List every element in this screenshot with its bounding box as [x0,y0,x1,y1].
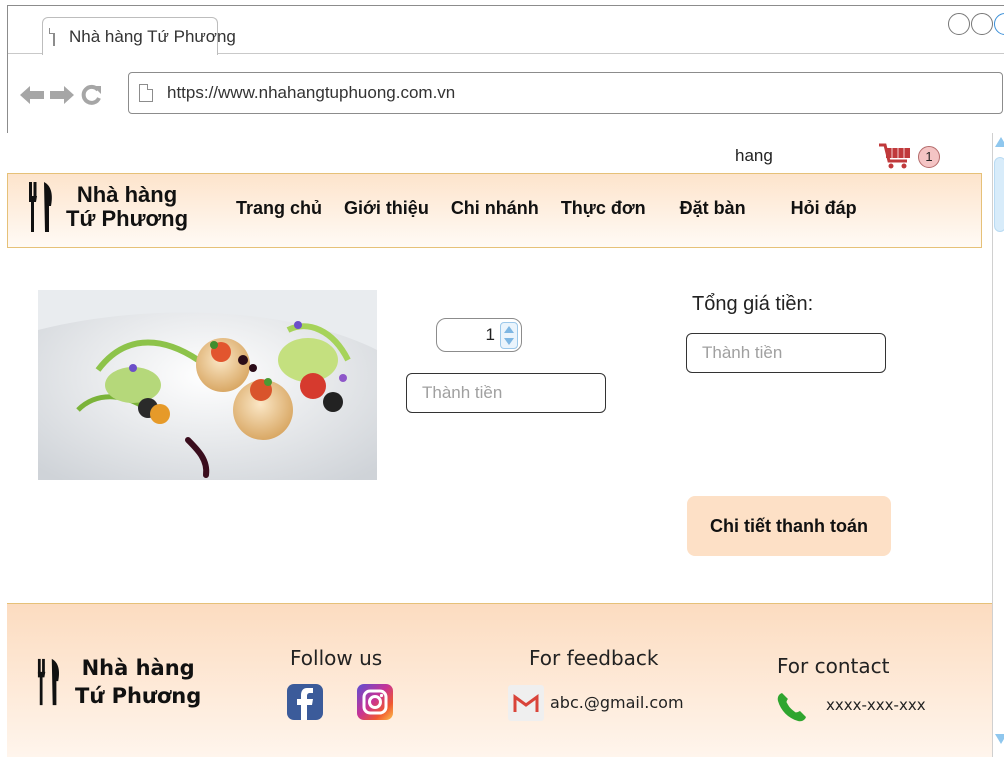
footer-logo-line-2: Tứ Phương [75,684,202,708]
nav-item-booking[interactable]: Đặt bàn [680,198,746,219]
instagram-icon[interactable] [357,684,393,720]
window-controls [948,13,1004,35]
user-bar: hang 1 [7,133,992,173]
browser-tab[interactable]: Nhà hàng Tứ Phương [42,17,236,55]
address-bar[interactable]: https://www.nhahangtuphuong.com.vn [128,72,1003,114]
navigation-buttons [20,84,102,106]
main-navbar: Nhà hàng Tứ Phương Trang chủ Giới thiệu … [7,173,982,248]
fork-knife-icon [29,182,52,232]
fork-knife-icon [37,658,60,706]
feedback-title: For feedback [529,646,659,670]
decrement-icon[interactable] [504,338,514,345]
back-arrow-icon[interactable] [20,85,44,105]
minimize-button[interactable] [948,13,970,35]
logo-line-2: Tứ Phương [66,206,189,231]
quantity-stepper[interactable]: 1 [436,318,522,352]
shopping-cart-icon[interactable] [878,143,914,169]
increment-icon[interactable] [504,326,514,333]
user-name[interactable]: hang [735,146,773,166]
page-viewport: hang 1 Nhà hàng Tứ Phương Trang chủ Giới… [7,133,992,757]
nav-item-about[interactable]: Giới thiệu [344,198,429,219]
scroll-up-icon[interactable] [995,137,1004,147]
cart-content: 1 Thành tiền Tổng giá tiền: Thành tiền C… [7,248,992,603]
logo-text: Nhà hàng Tứ Phương [66,183,188,231]
nav-item-faq[interactable]: Hỏi đáp [791,198,857,219]
follow-us-title: Follow us [290,646,383,670]
logo-line-1: Nhà hàng [76,182,178,207]
browser-toolbar: https://www.nhahangtuphuong.com.vn [8,54,1004,138]
cart-count-badge[interactable]: 1 [918,146,940,168]
line-total-field[interactable]: Thành tiền [406,373,606,413]
feedback-email[interactable]: abc.@gmail.com [550,693,684,712]
site-footer: Nhà hàng Tứ Phương Follow us For feedbac… [7,603,992,757]
reload-icon[interactable] [80,84,102,106]
page-icon [139,84,153,102]
browser-titlebar: Nhà hàng Tứ Phương [8,6,1004,55]
vertical-scrollbar[interactable] [992,133,1004,757]
contact-phone[interactable]: xxxx-xxx-xxx [826,696,926,714]
tab-title: Nhà hàng Tứ Phương [69,26,236,46]
grand-total-label: Tổng giá tiền: [692,293,814,315]
payment-details-button[interactable]: Chi tiết thanh toán [687,496,891,556]
scroll-down-icon[interactable] [995,734,1004,744]
footer-logo-line-1: Nhà hàng [81,656,195,680]
gmail-icon[interactable] [508,685,544,721]
dish-image[interactable] [38,290,377,480]
footer-logo-text: Nhà hàng Tứ Phương [75,654,201,710]
contact-title: For contact [777,654,890,678]
phone-icon[interactable] [774,689,810,725]
footer-logo[interactable]: Nhà hàng Tứ Phương [37,654,201,710]
facebook-icon[interactable] [287,684,323,720]
scroll-thumb[interactable] [994,157,1004,232]
nav-item-branches[interactable]: Chi nhánh [451,198,539,219]
maximize-button[interactable] [971,13,993,35]
main-menu: Trang chủ Giới thiệu Chi nhánh Thực đơn … [236,198,857,219]
nav-item-home[interactable]: Trang chủ [236,198,322,219]
close-button[interactable] [994,13,1004,35]
quantity-arrows[interactable] [500,322,518,349]
grand-total-field[interactable]: Thành tiền [686,333,886,373]
forward-arrow-icon[interactable] [50,85,74,105]
quantity-value[interactable]: 1 [486,325,495,345]
url-text: https://www.nhahangtuphuong.com.vn [167,83,456,102]
page-icon [49,27,55,46]
nav-item-menu[interactable]: Thực đơn [561,198,646,219]
site-logo[interactable]: Nhà hàng Tứ Phương [28,182,188,232]
